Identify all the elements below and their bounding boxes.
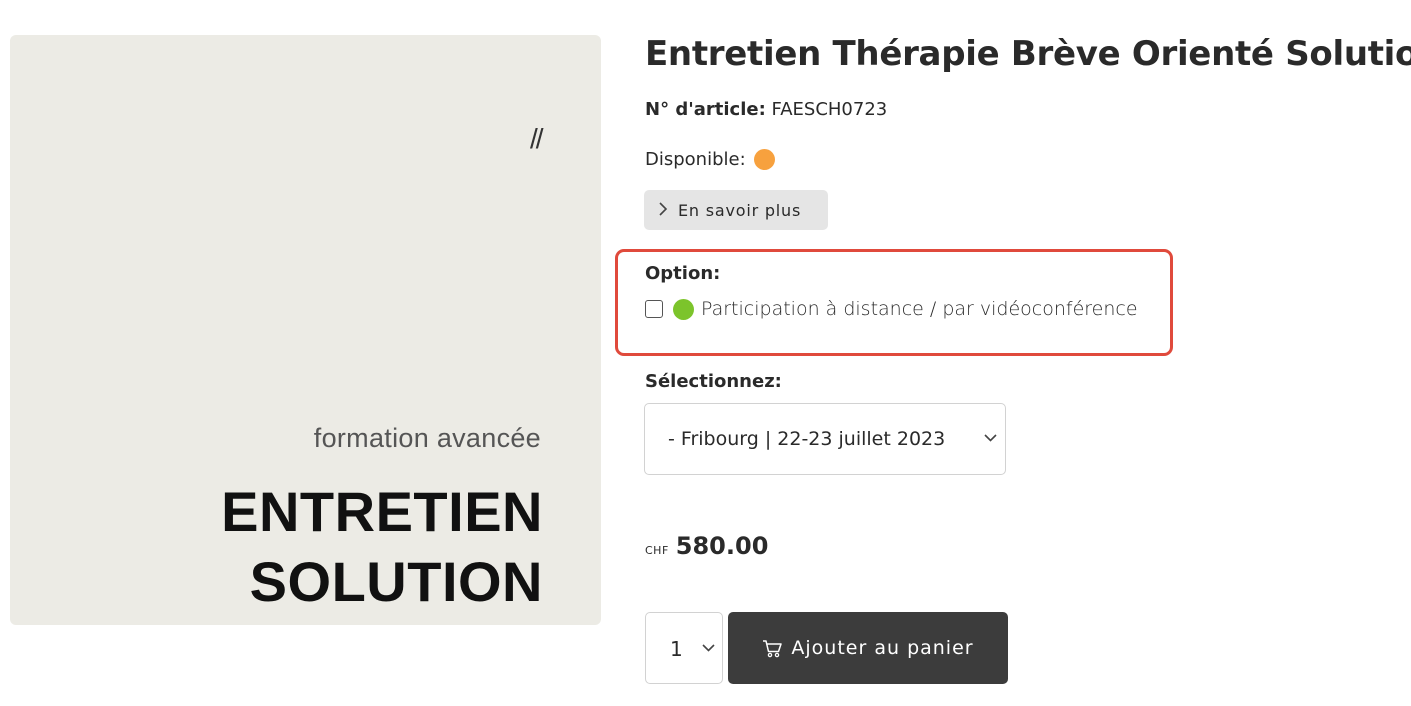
product-title: Entretien Thérapie Brève Orienté Solutio… xyxy=(645,34,1411,74)
image-title-line2: SOLUTION xyxy=(249,550,543,613)
date-select[interactable]: - Fribourg | 22-23 juillet 2023 xyxy=(644,403,1006,475)
quantity-value: 1 xyxy=(670,637,683,661)
option-indicator-icon xyxy=(673,298,694,320)
product-page: // formation avancée ENTRETIEN SOLUTION … xyxy=(0,0,1411,706)
option-label: Option: xyxy=(645,263,721,284)
sku-value: FAESCH0723 xyxy=(771,99,888,120)
sku-label: N° d'article: xyxy=(645,99,766,120)
sku-row: N° d'article: FAESCH0723 xyxy=(645,99,887,120)
quantity-select[interactable]: 1 xyxy=(645,612,723,684)
image-subtitle: formation avancée xyxy=(313,423,541,453)
option-item-label[interactable]: Participation à distance / par vidéoconf… xyxy=(701,298,1138,320)
availability-indicator-icon xyxy=(753,149,775,170)
remote-participation-checkbox[interactable] xyxy=(645,300,663,318)
product-image: // formation avancée ENTRETIEN SOLUTION xyxy=(10,35,601,625)
chevron-down-icon xyxy=(984,430,997,446)
chevron-right-icon xyxy=(658,200,668,221)
price-currency: CHF xyxy=(645,544,669,557)
more-info-button[interactable]: En savoir plus xyxy=(644,190,828,230)
add-to-cart-label: Ajouter au panier xyxy=(791,637,974,659)
option-row[interactable]: Participation à distance / par vidéoconf… xyxy=(645,298,1138,320)
chevron-down-icon xyxy=(702,640,715,656)
image-title-line1: ENTRETIEN xyxy=(221,480,543,543)
date-select-value: - Fribourg | 22-23 juillet 2023 xyxy=(668,428,946,450)
more-info-label: En savoir plus xyxy=(678,200,802,220)
price-amount: 580.00 xyxy=(675,532,769,560)
image-slashes: // xyxy=(530,123,543,154)
cart-icon xyxy=(762,639,783,658)
date-select-label: Sélectionnez: xyxy=(645,371,782,392)
image-title: ENTRETIEN SOLUTION xyxy=(221,477,543,617)
price: CHF 580.00 xyxy=(645,532,768,560)
availability-row: Disponible: xyxy=(645,149,775,170)
availability-label: Disponible: xyxy=(645,149,746,170)
add-to-cart-button[interactable]: Ajouter au panier xyxy=(728,612,1008,684)
